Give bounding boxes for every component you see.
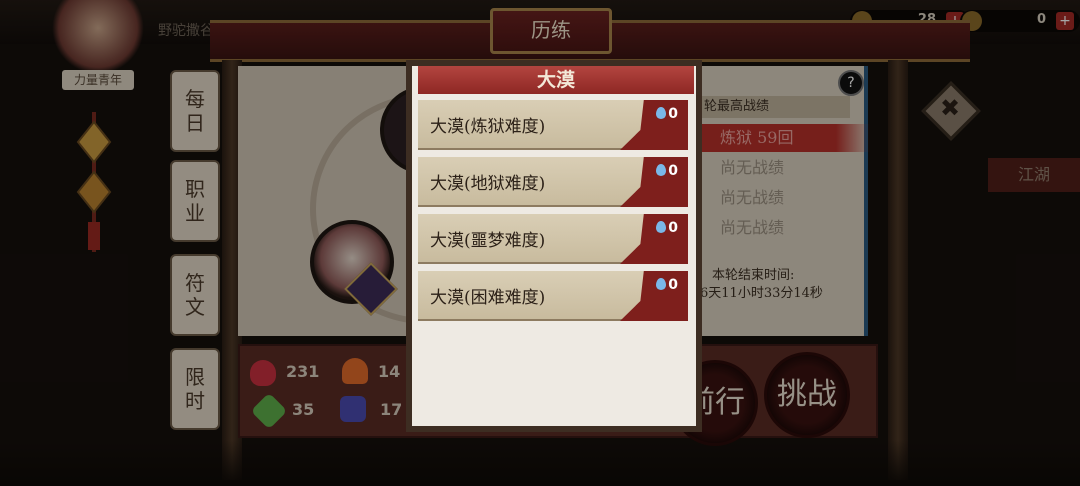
dialog-title: 大漠	[418, 66, 694, 94]
difficulty-label: 大漠(噩梦难度)	[430, 231, 546, 251]
stamina-cost: 0	[656, 163, 678, 179]
difficulty-option-purgatory[interactable]: 大漠(炼狱难度) 0	[418, 100, 688, 150]
stamina-cost: 0	[656, 277, 678, 293]
water-drop-icon	[656, 278, 667, 290]
stamina-cost: 0	[656, 220, 678, 236]
cost-value: 0	[668, 106, 678, 122]
difficulty-label: 大漠(地狱难度)	[430, 174, 546, 194]
difficulty-option-hell[interactable]: 大漠(地狱难度) 0	[418, 157, 688, 207]
difficulty-option-nightmare[interactable]: 大漠(噩梦难度) 0	[418, 214, 688, 264]
difficulty-label: 大漠(炼狱难度)	[430, 117, 546, 137]
water-drop-icon	[656, 221, 667, 233]
cost-value: 0	[668, 220, 678, 236]
water-drop-icon	[656, 107, 667, 119]
difficulty-label: 大漠(困难难度)	[430, 288, 546, 308]
stamina-cost: 0	[656, 106, 678, 122]
cost-value: 0	[668, 277, 678, 293]
difficulty-option-hard[interactable]: 大漠(困难难度) 0	[418, 271, 688, 321]
water-drop-icon	[656, 164, 667, 176]
cost-value: 0	[668, 163, 678, 179]
